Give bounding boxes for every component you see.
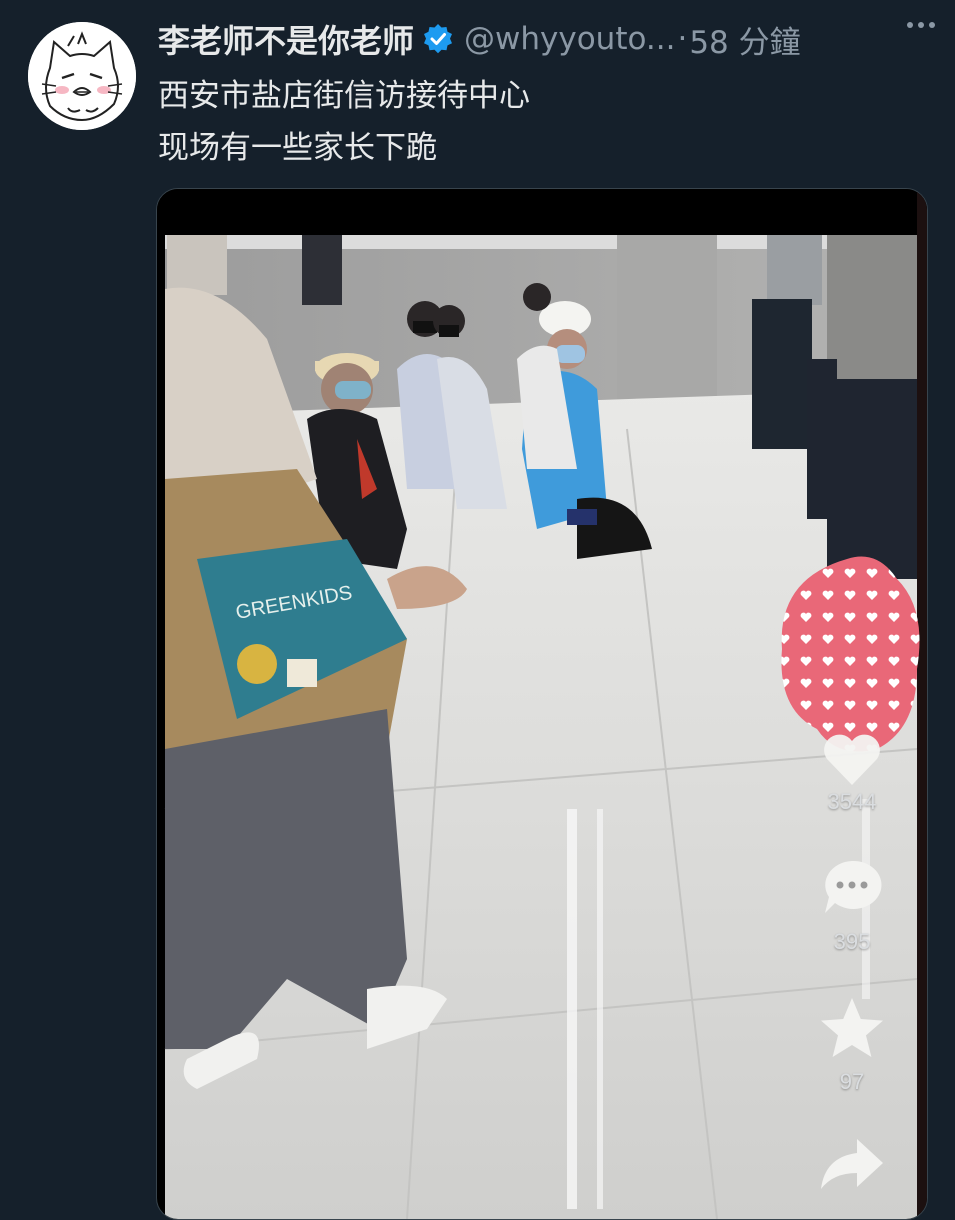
favorite-count: 97 <box>839 1069 865 1094</box>
comment-bubble-icon[interactable] <box>819 857 885 919</box>
avatar[interactable] <box>28 22 136 130</box>
tweet[interactable]: 李老师不是你老师 @whyyouto... · 58 分鐘 西安市盐店街信访接待… <box>0 0 955 1220</box>
share-arrow-icon[interactable] <box>817 1135 887 1193</box>
tweet-text: 西安市盐店街信访接待中心 现场有一些家长下跪 <box>158 70 530 174</box>
separator-dot: · <box>677 21 688 57</box>
tweet-header: 李老师不是你老师 @whyyouto... · 58 分鐘 <box>158 14 935 64</box>
verified-badge-icon <box>422 23 454 55</box>
display-name[interactable]: 李老师不是你老师 <box>158 16 414 62</box>
tweet-text-line-1: 西安市盐店街信访接待中心 <box>158 78 530 114</box>
video-frame-scene: GREENKIDS <box>157 189 927 1219</box>
tweet-media-video[interactable]: GREENKIDS 3544 395 97 <box>156 188 928 1220</box>
user-handle[interactable]: @whyyouto... <box>464 21 675 57</box>
like-count: 3544 <box>827 789 877 814</box>
cat-doodle-avatar-image <box>28 22 136 130</box>
timestamp[interactable]: 58 分鐘 <box>689 17 800 62</box>
more-options-icon[interactable] <box>901 10 941 40</box>
tweet-text-line-2: 现场有一些家长下跪 <box>158 130 437 166</box>
heart-icon[interactable] <box>817 729 887 789</box>
star-icon[interactable] <box>817 995 887 1061</box>
comment-count: 395 <box>833 929 871 954</box>
